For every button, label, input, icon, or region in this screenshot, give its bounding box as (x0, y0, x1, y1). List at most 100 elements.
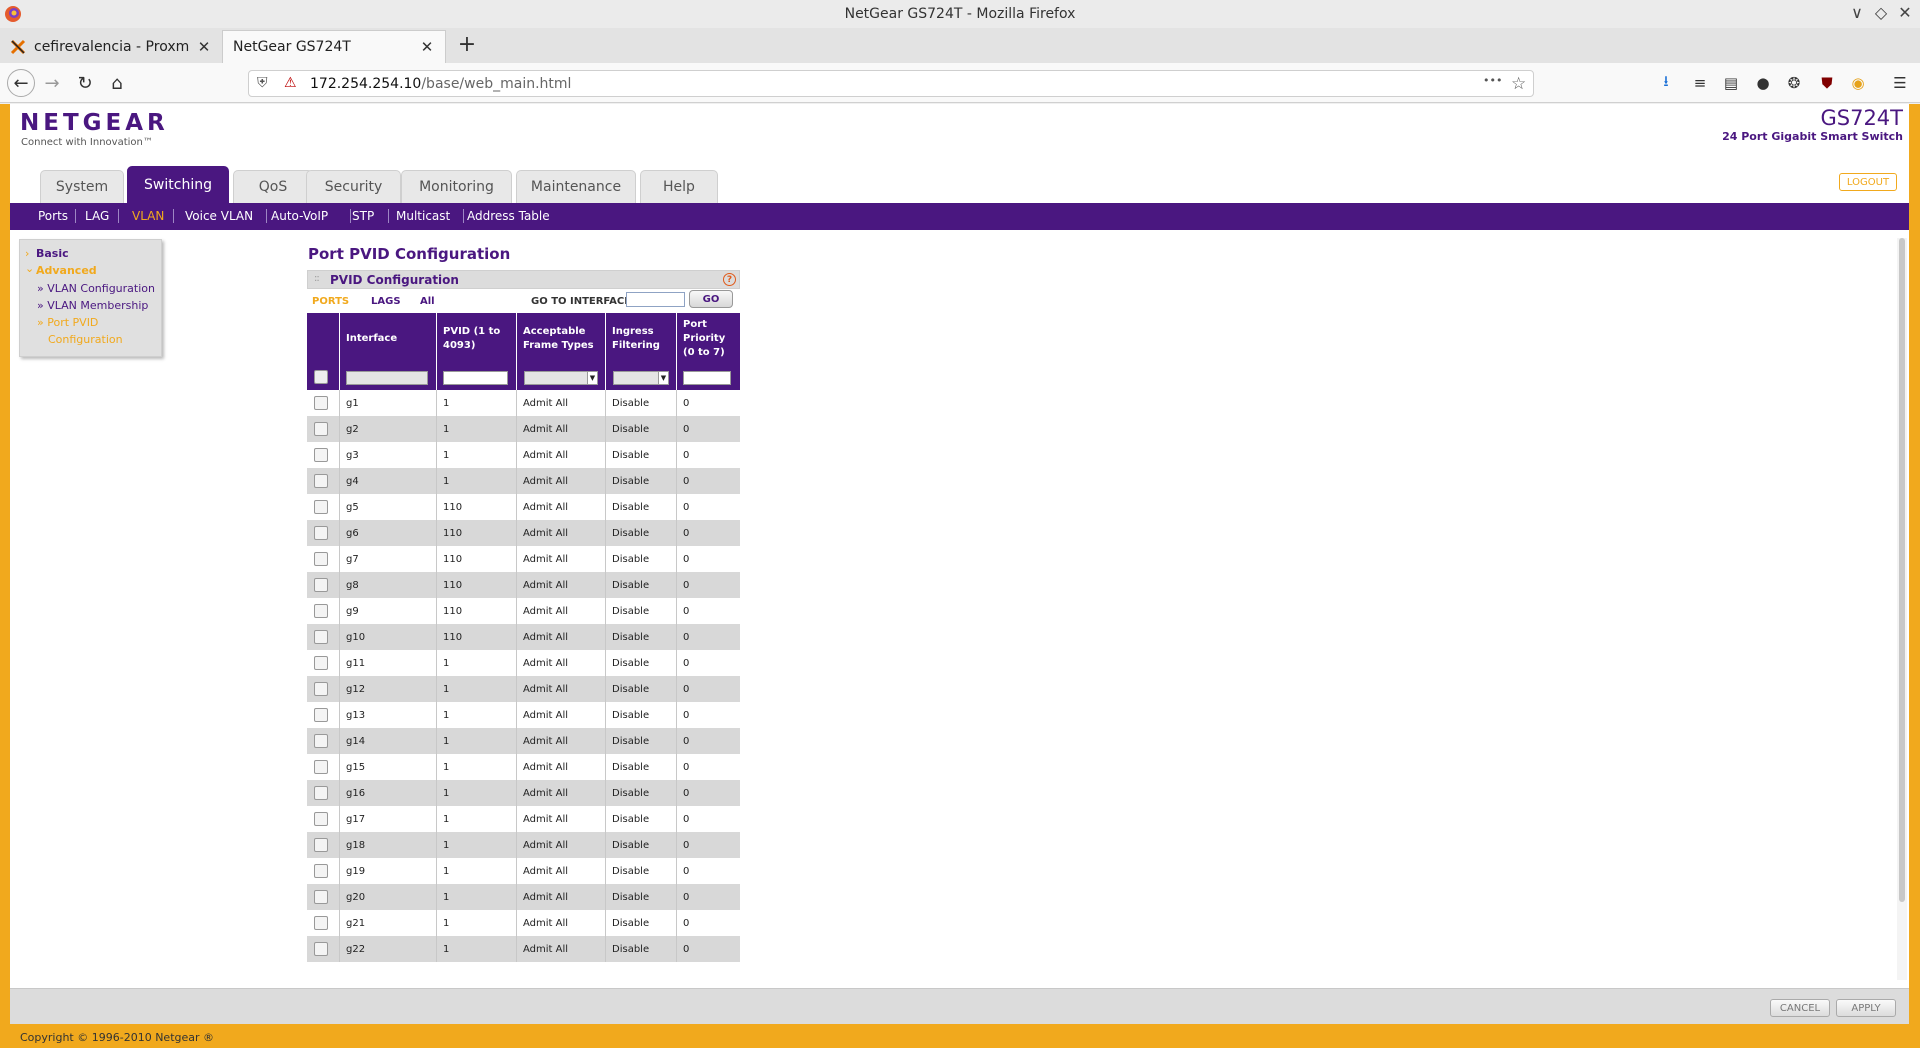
table-row[interactable]: g20 1 Admit All Disable 0 (307, 884, 740, 910)
table-row[interactable]: g8 110 Admit All Disable 0 (307, 572, 740, 598)
table-row[interactable]: g7 110 Admit All Disable 0 (307, 546, 740, 572)
row-checkbox[interactable] (314, 708, 328, 722)
table-row[interactable]: g15 1 Admit All Disable 0 (307, 754, 740, 780)
page-scrollbar[interactable] (1897, 238, 1907, 980)
table-row[interactable]: g11 1 Admit All Disable 0 (307, 650, 740, 676)
subnav-vlan[interactable]: VLAN (132, 209, 164, 223)
pvid-edit-input[interactable] (443, 371, 508, 385)
column-header-interface[interactable]: Interface (339, 313, 436, 364)
minimize-icon[interactable]: ∨ (1846, 3, 1868, 22)
table-row[interactable]: g17 1 Admit All Disable 0 (307, 806, 740, 832)
page-actions-icon[interactable]: ••• (1483, 74, 1502, 87)
tab-maintenance[interactable]: Maintenance (516, 170, 636, 203)
column-header-ingress[interactable]: Ingress Filtering (605, 313, 676, 364)
logout-button[interactable]: LOGOUT (1839, 173, 1897, 191)
row-checkbox[interactable] (314, 422, 328, 436)
row-checkbox[interactable] (314, 838, 328, 852)
leftnav-vlan-membership[interactable]: » VLAN Membership (37, 299, 148, 312)
tab-monitoring[interactable]: Monitoring (401, 170, 512, 203)
leftnav-advanced[interactable]: Advanced (36, 264, 97, 277)
table-row[interactable]: g6 110 Admit All Disable 0 (307, 520, 740, 546)
goto-interface-input[interactable] (626, 292, 685, 307)
restore-icon[interactable]: ◇ (1870, 3, 1892, 22)
column-header-frame-types[interactable]: Acceptable Frame Types (516, 313, 605, 364)
cancel-button[interactable]: CANCEL (1770, 999, 1830, 1017)
row-checkbox[interactable] (314, 656, 328, 670)
downloads-icon[interactable]: ⭳ (1656, 72, 1676, 93)
subnav-multicast[interactable]: Multicast (396, 209, 450, 223)
row-checkbox[interactable] (314, 916, 328, 930)
menu-icon[interactable]: ☰ (1890, 73, 1910, 93)
leftnav-basic[interactable]: Basic (36, 247, 69, 260)
help-icon[interactable]: ? (723, 273, 736, 286)
table-row[interactable]: g19 1 Admit All Disable 0 (307, 858, 740, 884)
extension-icon[interactable]: ❂ (1784, 73, 1804, 93)
column-header-priority[interactable]: Port Priority (0 to 7) (676, 313, 740, 364)
filter-ports[interactable]: PORTS (312, 296, 349, 307)
shield-icon[interactable]: ⛨ (257, 75, 268, 91)
row-checkbox[interactable] (314, 864, 328, 878)
url-bar[interactable]: ⛨ ⚠ 172.254.254.10/base/web_main.html ••… (248, 70, 1534, 97)
row-checkbox[interactable] (314, 890, 328, 904)
ublock-icon[interactable]: ⛊ (1817, 73, 1837, 93)
row-checkbox[interactable] (314, 760, 328, 774)
table-row[interactable]: g10 110 Admit All Disable 0 (307, 624, 740, 650)
ingress-select[interactable]: ▼ (613, 371, 669, 385)
close-tab-icon[interactable]: ✕ (196, 38, 212, 56)
subnav-auto-voip[interactable]: Auto-VoIP (271, 209, 328, 223)
bookmark-star-icon[interactable]: ☆ (1511, 74, 1526, 94)
row-checkbox[interactable] (314, 526, 328, 540)
select-all-checkbox[interactable] (314, 370, 328, 384)
subnav-address-table[interactable]: Address Table (467, 209, 550, 223)
row-checkbox[interactable] (314, 630, 328, 644)
priority-edit-input[interactable] (683, 371, 731, 385)
table-row[interactable]: g12 1 Admit All Disable 0 (307, 676, 740, 702)
subnav-stp[interactable]: STP (352, 209, 374, 223)
leftnav-port-pvid[interactable]: » Port PVID (37, 316, 98, 329)
row-checkbox[interactable] (314, 578, 328, 592)
subnav-ports[interactable]: Ports (38, 209, 68, 223)
home-icon[interactable]: ⌂ (105, 71, 129, 95)
table-row[interactable]: g4 1 Admit All Disable 0 (307, 468, 740, 494)
go-button[interactable]: GO (689, 290, 733, 308)
row-checkbox[interactable] (314, 552, 328, 566)
filter-lags[interactable]: LAGS (371, 296, 401, 307)
forward-icon[interactable]: → (40, 71, 64, 95)
row-checkbox[interactable] (314, 786, 328, 800)
table-row[interactable]: g13 1 Admit All Disable 0 (307, 702, 740, 728)
cookie-icon[interactable]: ◉ (1848, 73, 1868, 93)
tab-qos[interactable]: QoS (233, 170, 313, 203)
account-icon[interactable]: ● (1753, 73, 1773, 93)
insecure-lock-icon[interactable]: ⚠ (284, 75, 297, 91)
filter-all[interactable]: All (420, 296, 435, 307)
column-header-pvid[interactable]: PVID (1 to 4093) (436, 313, 516, 364)
row-checkbox[interactable] (314, 942, 328, 956)
tab-security[interactable]: Security (306, 170, 401, 203)
table-row[interactable]: g5 110 Admit All Disable 0 (307, 494, 740, 520)
table-row[interactable]: g9 110 Admit All Disable 0 (307, 598, 740, 624)
subnav-lag[interactable]: LAG (85, 209, 109, 223)
table-row[interactable]: g1 1 Admit All Disable 0 (307, 390, 740, 416)
library-icon[interactable]: ≡ (1690, 73, 1710, 93)
row-checkbox[interactable] (314, 812, 328, 826)
scrollbar-thumb[interactable] (1899, 238, 1905, 902)
row-checkbox[interactable] (314, 396, 328, 410)
table-row[interactable]: g18 1 Admit All Disable 0 (307, 832, 740, 858)
row-checkbox[interactable] (314, 682, 328, 696)
frame-types-select[interactable]: ▼ (524, 371, 598, 385)
leftnav-vlan-configuration[interactable]: » VLAN Configuration (37, 282, 155, 295)
close-window-icon[interactable]: ✕ (1894, 3, 1916, 22)
apply-button[interactable]: APPLY (1836, 999, 1896, 1017)
tab-system[interactable]: System (40, 170, 124, 203)
subnav-voice-vlan[interactable]: Voice VLAN (185, 209, 253, 223)
reload-icon[interactable]: ↻ (73, 71, 97, 95)
table-row[interactable]: g16 1 Admit All Disable 0 (307, 780, 740, 806)
row-checkbox[interactable] (314, 604, 328, 618)
new-tab-button[interactable]: + (455, 34, 479, 56)
leftnav-port-pvid-configuration[interactable]: Configuration (48, 333, 123, 346)
url-text[interactable]: 172.254.254.10/base/web_main.html (310, 76, 571, 92)
row-checkbox[interactable] (314, 474, 328, 488)
table-row[interactable]: g3 1 Admit All Disable 0 (307, 442, 740, 468)
table-row[interactable]: g14 1 Admit All Disable 0 (307, 728, 740, 754)
table-row[interactable]: g22 1 Admit All Disable 0 (307, 936, 740, 962)
